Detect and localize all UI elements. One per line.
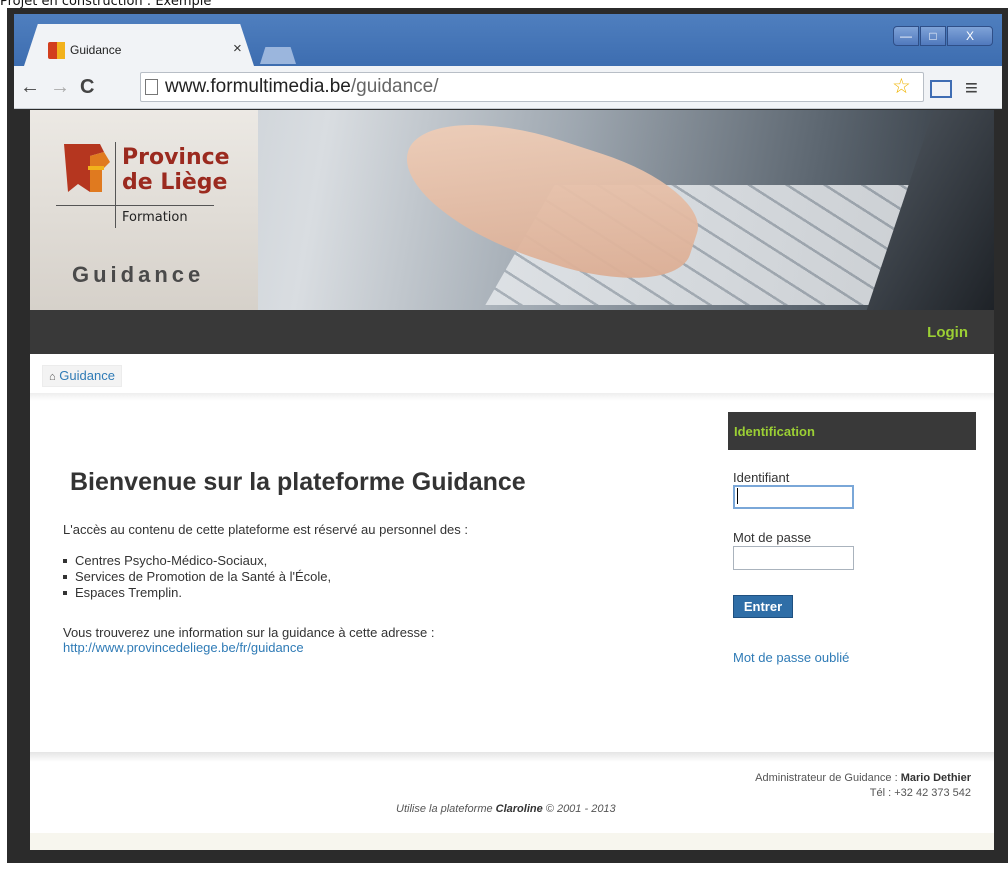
logo-formation: Formation <box>122 210 188 225</box>
extension-icon[interactable] <box>930 80 952 98</box>
new-tab-button[interactable] <box>260 47 296 64</box>
breadcrumb-label: Guidance <box>59 368 115 383</box>
admin-name[interactable]: Mario Dethier <box>901 772 971 784</box>
top-nav-bar <box>30 310 994 354</box>
submit-button[interactable]: Entrer <box>733 595 793 618</box>
favicon-icon <box>48 42 65 59</box>
list-item: Centres Psycho-Médico-Sociaux, <box>63 553 331 569</box>
forgot-password-link[interactable]: Mot de passe oublié <box>733 650 849 665</box>
login-link[interactable]: Login <box>927 324 968 341</box>
minimize-button[interactable]: — <box>893 26 919 46</box>
home-icon: ⌂ <box>49 371 56 383</box>
page-title: Bienvenue sur la plateforme Guidance <box>70 468 526 496</box>
administrator-info: Administrateur de Guidance : Mario Dethi… <box>755 772 971 784</box>
province-logo-icon <box>64 144 110 192</box>
tab-title: Guidance <box>70 43 122 57</box>
username-input[interactable] <box>733 485 854 509</box>
list-item: Services de Promotion de la Santé à l'Éc… <box>63 569 331 585</box>
admin-prefix: Administrateur de Guidance : <box>755 772 901 784</box>
maximize-button[interactable]: □ <box>920 26 946 46</box>
bookmark-star-icon[interactable]: ☆ <box>892 74 911 99</box>
logo-province: Province <box>122 145 230 170</box>
list-item: Espaces Tremplin. <box>63 585 331 601</box>
powered-prefix: Utilise la plateforme <box>396 803 496 815</box>
powered-by: Utilise la plateforme Claroline © 2001 -… <box>396 803 616 815</box>
url-path: /guidance/ <box>350 76 439 97</box>
page-icon <box>145 79 158 95</box>
logo-divider-vertical <box>115 142 116 228</box>
footer-band <box>30 833 994 850</box>
forward-arrow-icon[interactable]: → <box>50 76 70 99</box>
claroline-link[interactable]: Claroline <box>496 803 543 815</box>
info-text: Vous trouverez une information sur la gu… <box>63 625 435 640</box>
menu-icon[interactable]: ≡ <box>965 75 978 101</box>
url-text[interactable]: www.formultimedia.be/guidance/ <box>165 76 439 98</box>
text-caret <box>737 488 738 504</box>
close-window-button[interactable]: X <box>947 26 993 46</box>
reload-icon[interactable]: C <box>80 76 94 99</box>
breadcrumb-divider <box>30 393 994 401</box>
tab-close-icon[interactable]: × <box>233 40 242 57</box>
footer-divider <box>30 752 994 762</box>
password-input[interactable] <box>733 546 854 570</box>
logo-de-liege: de Liège <box>122 170 228 195</box>
password-label: Mot de passe <box>733 530 812 545</box>
powered-suffix: © 2001 - 2013 <box>542 803 616 815</box>
telephone-info: Tél : +32 42 373 542 <box>869 787 971 799</box>
breadcrumb[interactable]: ⌂ Guidance <box>42 365 122 387</box>
identification-heading: Identification <box>734 424 815 439</box>
audience-list: Centres Psycho-Médico-Sociaux, Services … <box>63 553 331 601</box>
banner-title: Guidance <box>72 262 205 287</box>
username-label: Identifiant <box>733 470 790 485</box>
logo-divider-horizontal <box>56 205 214 206</box>
guidance-info-link[interactable]: http://www.provincedeliege.be/fr/guidanc… <box>63 640 304 655</box>
url-host: www.formultimedia.be <box>165 76 351 97</box>
intro-text: L'accès au contenu de cette plateforme e… <box>63 522 469 537</box>
back-arrow-icon[interactable]: ← <box>20 76 40 99</box>
